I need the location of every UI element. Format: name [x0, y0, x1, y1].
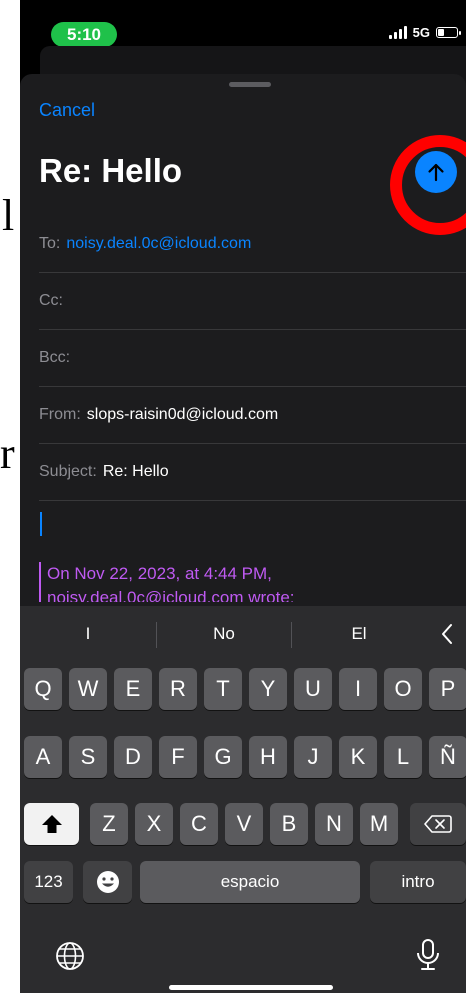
bcc-field[interactable]: Bcc:: [39, 329, 466, 387]
key-x[interactable]: X: [135, 803, 173, 845]
key-b[interactable]: B: [270, 803, 308, 845]
key-z[interactable]: Z: [90, 803, 128, 845]
suggestion-bar: I No El: [20, 606, 466, 662]
globe-icon: [56, 942, 84, 970]
numbers-key[interactable]: 123: [24, 861, 73, 903]
cc-field[interactable]: Cc:: [39, 272, 466, 330]
key-u[interactable]: U: [294, 668, 332, 710]
key-k[interactable]: K: [339, 736, 377, 778]
key-o[interactable]: O: [384, 668, 422, 710]
key-l[interactable]: L: [384, 736, 422, 778]
key-g[interactable]: G: [204, 736, 242, 778]
key-w[interactable]: W: [69, 668, 107, 710]
key-d[interactable]: D: [114, 736, 152, 778]
arrow-up-icon: [428, 163, 444, 182]
delete-key[interactable]: [410, 803, 466, 845]
chevron-left-icon: [442, 624, 452, 644]
status-time[interactable]: 5:10: [51, 22, 117, 47]
send-button[interactable]: [415, 151, 457, 193]
key-c[interactable]: C: [180, 803, 218, 845]
suggestion-2[interactable]: No: [157, 606, 291, 662]
subject-label: Subject:: [39, 462, 97, 480]
sheet-grabber[interactable]: [229, 82, 271, 87]
quote-line-2: noisy.deal.0c@icloud.com wrote:: [47, 588, 295, 602]
cc-label: Cc:: [39, 291, 63, 309]
shift-icon: [41, 815, 62, 833]
battery-icon: [436, 27, 461, 38]
space-key[interactable]: espacio: [140, 861, 360, 903]
key-t[interactable]: T: [204, 668, 242, 710]
emoji-key[interactable]: [83, 861, 132, 903]
collapse-suggestions-button[interactable]: [428, 606, 466, 662]
from-field[interactable]: From: slops-raisin0d@icloud.com: [39, 386, 466, 444]
quote-line-1: On Nov 22, 2023, at 4:44 PM,: [47, 564, 272, 583]
key-s[interactable]: S: [69, 736, 107, 778]
subject-input[interactable]: Re: Hello: [103, 463, 169, 481]
phone-screen: 5:10 5G Cancel Re: Hello To: noisy.deal.…: [20, 0, 466, 993]
from-address[interactable]: slops-raisin0d@icloud.com: [87, 406, 278, 424]
dictation-button[interactable]: [413, 938, 443, 974]
key-r[interactable]: R: [159, 668, 197, 710]
return-key[interactable]: intro: [370, 861, 466, 903]
status-indicators: 5G: [388, 25, 461, 40]
key-q[interactable]: Q: [24, 668, 62, 710]
key-i[interactable]: I: [339, 668, 377, 710]
from-label: From:: [39, 405, 81, 423]
suggestion-1[interactable]: I: [20, 606, 156, 662]
key-p[interactable]: P: [429, 668, 466, 710]
body-cursor[interactable]: [40, 512, 42, 536]
key-v[interactable]: V: [225, 803, 263, 845]
background-letter-r: r: [0, 429, 15, 478]
key-n[interactable]: N: [315, 803, 353, 845]
to-label: To:: [39, 234, 61, 252]
bcc-label: Bcc:: [39, 348, 71, 366]
home-indicator[interactable]: [169, 985, 333, 990]
shift-key[interactable]: [24, 803, 79, 845]
suggestion-3[interactable]: El: [292, 606, 426, 662]
key-e[interactable]: E: [114, 668, 152, 710]
backspace-icon: [424, 815, 452, 833]
to-field[interactable]: To: noisy.deal.0c@icloud.com: [39, 215, 466, 273]
emoji-icon: [96, 871, 119, 893]
key-j[interactable]: J: [294, 736, 332, 778]
key-h[interactable]: H: [249, 736, 287, 778]
signal-icon: [388, 26, 407, 39]
key-m[interactable]: M: [360, 803, 398, 845]
keyboard: I No El Q W E R T Y U I O P A S D F G H …: [20, 606, 466, 993]
microphone-icon: [417, 939, 439, 970]
globe-button[interactable]: [54, 940, 86, 972]
cancel-button[interactable]: Cancel: [39, 100, 95, 121]
key-a[interactable]: A: [24, 736, 62, 778]
key-f[interactable]: F: [159, 736, 197, 778]
subject-field[interactable]: Subject: Re: Hello: [39, 443, 466, 501]
quoted-text: On Nov 22, 2023, at 4:44 PM, noisy.deal.…: [39, 562, 447, 602]
key-y[interactable]: Y: [249, 668, 287, 710]
key-enye[interactable]: Ñ: [429, 736, 466, 778]
compose-title: Re: Hello: [39, 152, 183, 189]
background-letter-l: l: [2, 191, 15, 240]
to-recipient[interactable]: noisy.deal.0c@icloud.com: [66, 235, 251, 253]
network-type: 5G: [412, 25, 430, 40]
